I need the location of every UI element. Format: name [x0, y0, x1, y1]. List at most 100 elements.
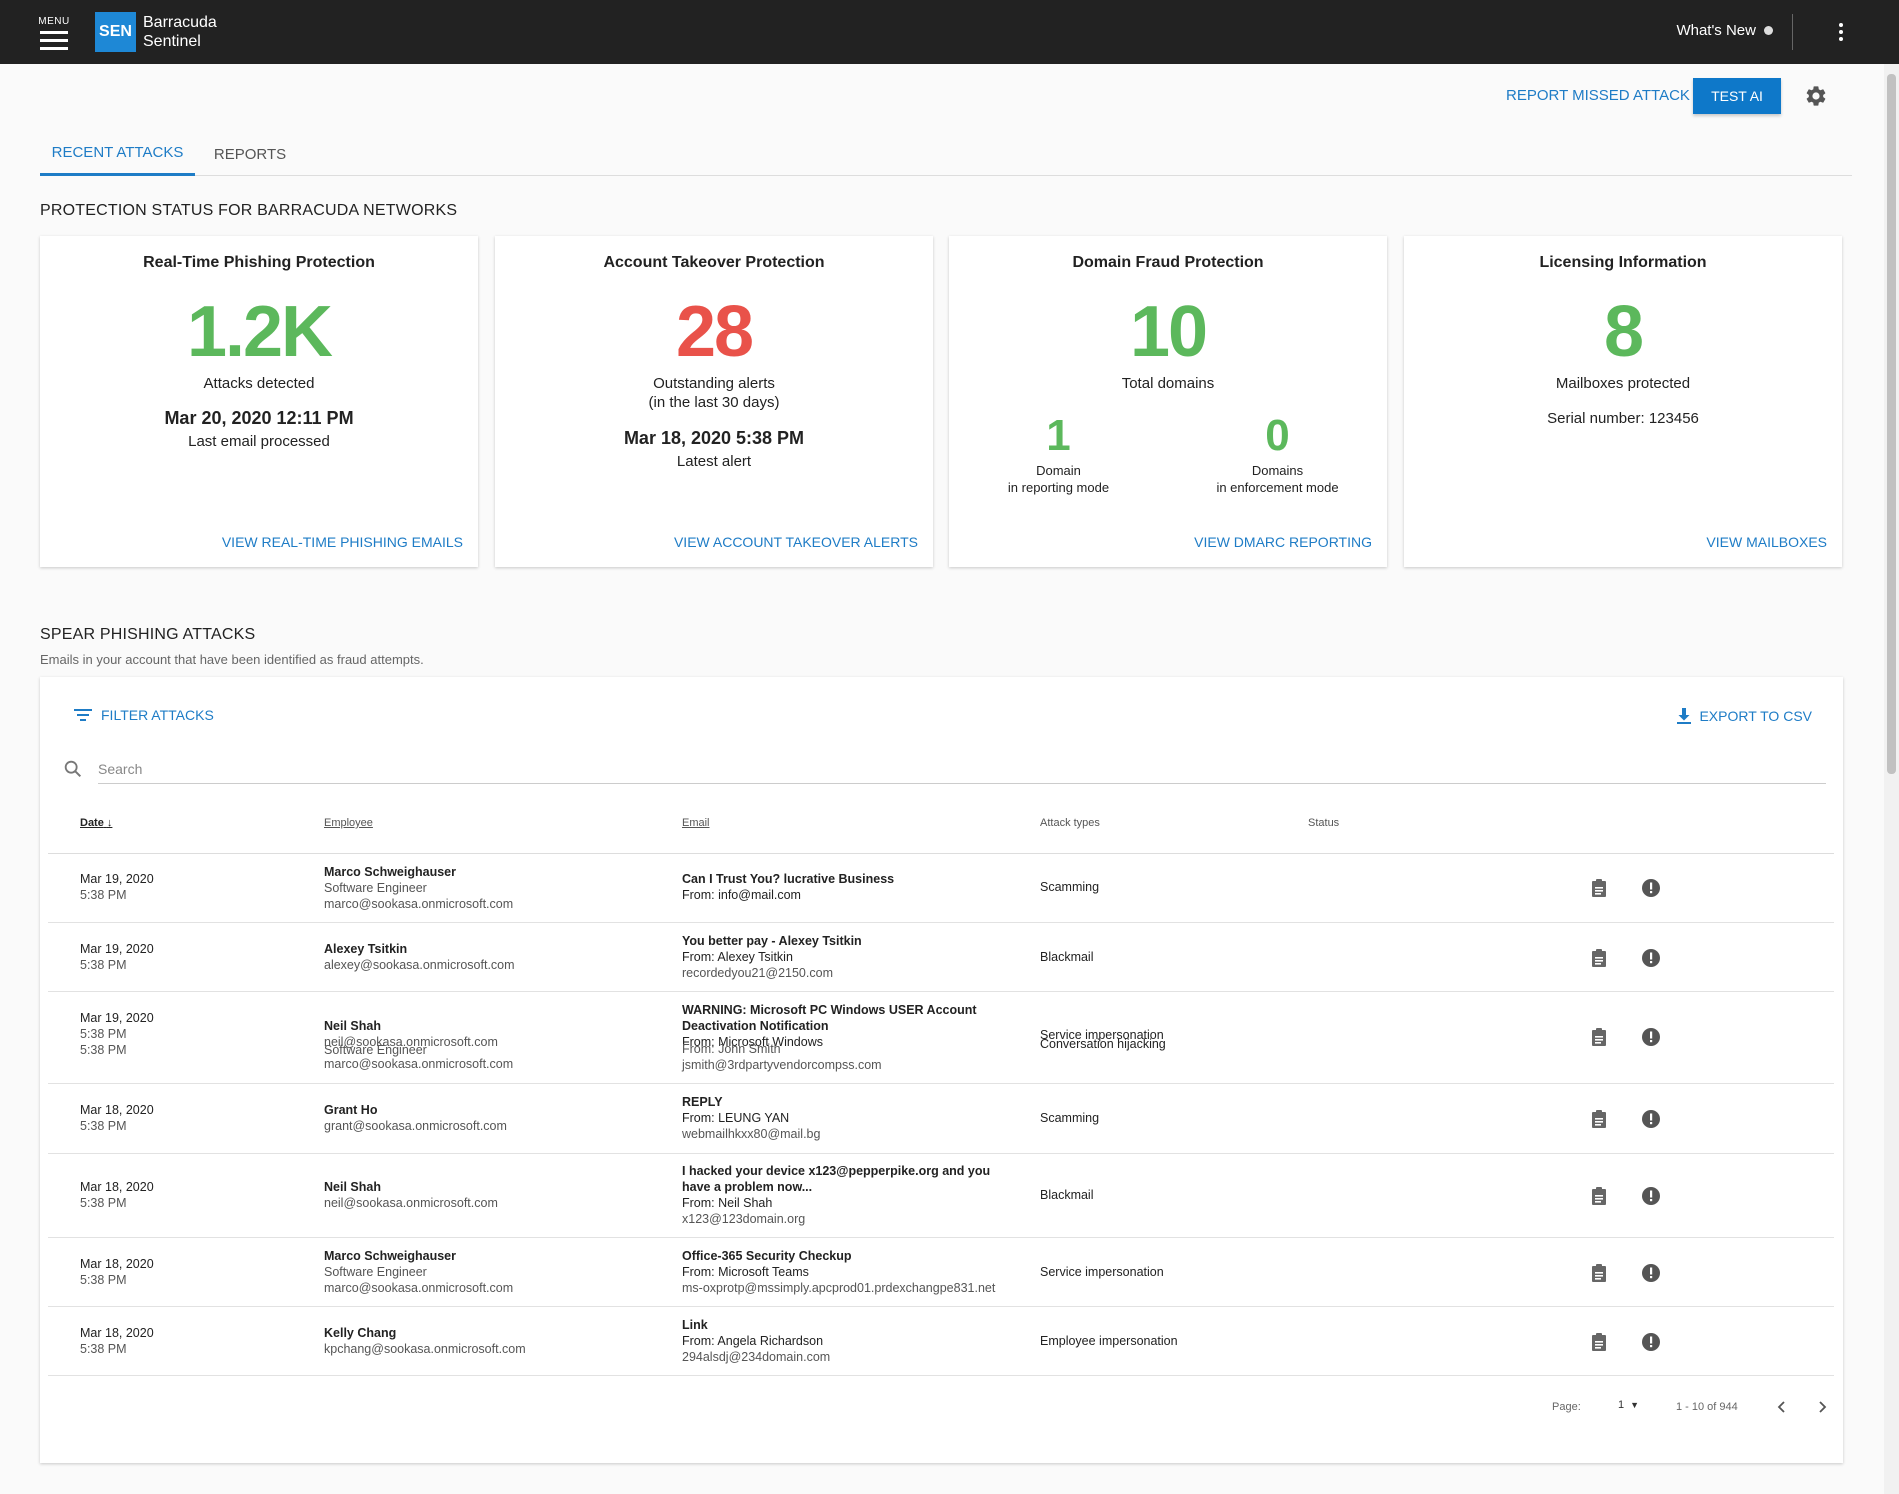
- page-label: Page:: [1552, 1401, 1581, 1413]
- table-row[interactable]: Mar 18, 2020 5:38 PM Kelly Chang kpchang@…: [48, 1307, 1834, 1376]
- table-row[interactable]: Mar 18, 2020 5:38 PM Grant Ho grant@sooka…: [48, 1084, 1834, 1154]
- download-icon: [1677, 708, 1692, 724]
- scrollbar-thumb[interactable]: [1887, 74, 1896, 774]
- menu-button[interactable]: MENU: [36, 16, 72, 50]
- row-date: Mar 18, 2020 5:38 PM: [80, 1325, 154, 1357]
- clipboard-icon[interactable]: [1588, 1185, 1610, 1207]
- attacks-detected-value: 1.2K: [186, 292, 333, 372]
- next-page-button[interactable]: [1810, 1395, 1834, 1419]
- latest-alert-label: Latest alert: [676, 453, 752, 470]
- employee-name: Marco Schweighauser: [324, 865, 456, 879]
- email-subject: Office-365 Security Checkup: [682, 1249, 852, 1263]
- row-email: Office-365 Security Checkup From: Micros…: [682, 1248, 995, 1296]
- clipboard-icon[interactable]: [1588, 877, 1610, 899]
- divider: [1792, 14, 1793, 50]
- filter-attacks-button[interactable]: FILTER ATTACKS: [73, 707, 214, 723]
- view-takeover-alerts-link[interactable]: VIEW ACCOUNT TAKEOVER ALERTS: [674, 534, 918, 550]
- licensing-card: Licensing Information 8 Mailboxes protec…: [1404, 236, 1842, 567]
- row-date: Mar 19, 2020 5:38 PM 5:38 PM: [80, 1010, 154, 1058]
- clipboard-icon[interactable]: [1588, 1262, 1610, 1284]
- alert-icon[interactable]: [1640, 1262, 1662, 1284]
- view-dmarc-reporting-link[interactable]: VIEW DMARC REPORTING: [1194, 534, 1372, 550]
- row-employee: Grant Ho grant@sookasa.onmicrosoft.com: [324, 1102, 507, 1134]
- tab-recent-attacks[interactable]: RECENT ATTACKS: [40, 132, 195, 176]
- clipboard-icon[interactable]: [1588, 1026, 1610, 1048]
- row-email: Can I Trust You? lucrative Business From…: [682, 871, 894, 903]
- reporting-domains-value: 1: [1046, 411, 1071, 460]
- table-row[interactable]: Mar 18, 2020 5:38 PM Marco Schweighauser …: [48, 1238, 1834, 1307]
- export-csv-button[interactable]: EXPORT TO CSV: [1676, 707, 1812, 725]
- brand-line-2: Sentinel: [143, 33, 201, 50]
- email-from-address: jsmith@3rdpartyvendorcompss.com: [682, 1058, 882, 1072]
- employee-email: marco@sookasa.onmicrosoft.com: [324, 1281, 514, 1295]
- alert-icon[interactable]: [1640, 1026, 1662, 1048]
- chevron-right-icon: [1819, 1401, 1827, 1413]
- enforcement-domains-label-1: Domains: [1251, 463, 1304, 478]
- account-takeover-card: Account Takeover Protection 28 Outstandi…: [495, 236, 933, 567]
- page-scrollbar[interactable]: [1884, 64, 1899, 1494]
- page-range: 1 - 10 of 944: [1676, 1401, 1738, 1413]
- mailboxes-protected-value: 8: [1603, 292, 1644, 372]
- alert-icon[interactable]: [1640, 877, 1662, 899]
- alert-icon[interactable]: [1640, 1331, 1662, 1353]
- gear-icon[interactable]: [1804, 84, 1828, 108]
- table-row[interactable]: Mar 19, 2020 5:38 PM Marco Schweighauser …: [48, 853, 1834, 923]
- search-bar: [62, 754, 1826, 784]
- report-missed-attack-button[interactable]: REPORT MISSED ATTACK: [1506, 87, 1690, 104]
- outstanding-alerts-value: 28: [675, 292, 754, 372]
- search-input[interactable]: [98, 754, 1826, 784]
- whats-new-label: What's New: [1676, 22, 1756, 39]
- employee-name: Kelly Chang: [324, 1326, 397, 1340]
- column-header-status: Status: [1308, 817, 1340, 829]
- spear-phishing-table-card: FILTER ATTACKS EXPORT TO CSV Date ↓ Empl…: [40, 677, 1843, 1463]
- protection-status-title: PROTECTION STATUS FOR BARRACUDA NETWORKS: [40, 202, 458, 219]
- notification-dot-icon: [1764, 26, 1773, 35]
- clipboard-icon[interactable]: [1588, 1331, 1610, 1353]
- time-text: 5:38 PM: [80, 958, 127, 972]
- alert-icon[interactable]: [1640, 947, 1662, 969]
- view-phishing-emails-link[interactable]: VIEW REAL-TIME PHISHING EMAILS: [222, 534, 463, 550]
- clipboard-icon[interactable]: [1588, 1108, 1610, 1130]
- employee-email: neil@sookasa.onmicrosoft.com: [324, 1196, 498, 1210]
- test-ai-button[interactable]: TEST AI: [1693, 78, 1781, 114]
- tab-reports[interactable]: REPORTS: [200, 132, 300, 176]
- email-from: From: Neil Shah: [682, 1196, 773, 1210]
- view-mailboxes-link[interactable]: VIEW MAILBOXES: [1706, 534, 1827, 550]
- page-select[interactable]: 1 ▼: [1618, 1399, 1639, 1411]
- previous-page-button[interactable]: [1770, 1395, 1794, 1419]
- column-header-date[interactable]: Date ↓: [80, 817, 112, 829]
- time-text-overlap: 5:38 PM: [80, 1043, 127, 1057]
- column-header-employee[interactable]: Employee: [324, 817, 373, 829]
- email-from: From: Angela Richardson: [682, 1334, 824, 1348]
- employee-name: Neil Shah: [324, 1019, 381, 1033]
- reporting-domains-label-1: Domain: [1036, 463, 1081, 478]
- alert-icon[interactable]: [1640, 1185, 1662, 1207]
- attack-type-overlap: Conversation hijacking: [1040, 1037, 1166, 1051]
- employee-email: grant@sookasa.onmicrosoft.com: [324, 1119, 507, 1133]
- table-row[interactable]: Mar 19, 2020 5:38 PM 5:38 PM Neil Shah n…: [48, 992, 1834, 1084]
- row-attack-type: Service impersonation Conversation hijac…: [1040, 1027, 1166, 1052]
- filter-attacks-label: FILTER ATTACKS: [101, 707, 214, 723]
- alert-icon[interactable]: [1640, 1108, 1662, 1130]
- outstanding-alerts-sublabel: (in the last 30 days): [648, 394, 780, 411]
- more-options-icon[interactable]: [1831, 20, 1851, 44]
- chevron-left-icon: [1777, 1401, 1785, 1413]
- sentinel-logo[interactable]: SEN: [95, 12, 136, 52]
- column-header-email[interactable]: Email: [682, 817, 710, 829]
- table-row[interactable]: Mar 18, 2020 5:38 PM Neil Shah neil@sooka…: [48, 1154, 1834, 1238]
- row-employee: Neil Shah neil@sookasa.onmicrosoft.com: [324, 1179, 498, 1211]
- chevron-down-icon: ▼: [1630, 1400, 1640, 1410]
- hamburger-icon: [40, 31, 68, 50]
- column-header-attack-types: Attack types: [1040, 817, 1100, 829]
- row-employee: Marco Schweighauser Software Engineer ma…: [324, 1248, 513, 1296]
- email-subject: I hacked your device x123@pepperpike.org…: [682, 1164, 991, 1194]
- page-select-value: 1: [1618, 1399, 1625, 1411]
- outstanding-alerts-label: Outstanding alerts: [653, 375, 775, 392]
- email-from-address: recordedyou21@2150.com: [682, 966, 833, 980]
- clipboard-icon[interactable]: [1588, 947, 1610, 969]
- top-app-bar: MENU SEN Barracuda Sentinel What's New: [0, 0, 1899, 64]
- employee-email-overlap: marco@sookasa.onmicrosoft.com: [324, 1057, 514, 1071]
- whats-new-link[interactable]: What's New: [1676, 22, 1773, 39]
- email-subject: You better pay - Alexey Tsitkin: [682, 934, 862, 948]
- table-row[interactable]: Mar 19, 2020 5:38 PM Alexey Tsitkin alexe…: [48, 923, 1834, 992]
